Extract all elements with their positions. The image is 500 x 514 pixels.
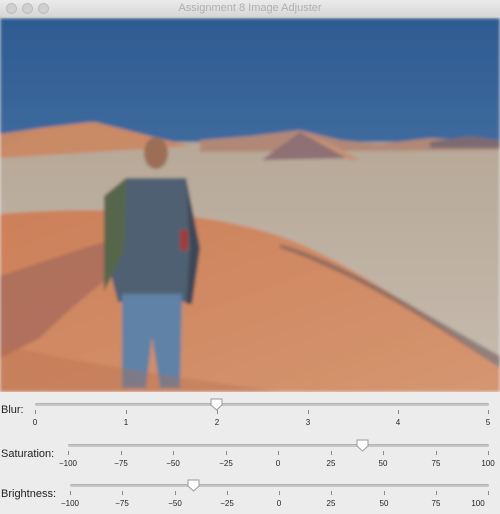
brightness-tick-label: −100: [60, 499, 80, 508]
blur-tick-label: 3: [305, 418, 311, 427]
saturation-tick-label: 50: [378, 459, 388, 468]
brightness-tick: [122, 491, 123, 495]
brightness-tick: [436, 491, 437, 495]
blur-tick: [217, 410, 218, 414]
saturation-slider-track[interactable]: [68, 444, 489, 447]
saturation-tick: [278, 451, 279, 455]
brightness-tick: [331, 491, 332, 495]
saturation-tick-label: 100: [481, 459, 495, 468]
brightness-tick-label: 75: [431, 499, 441, 508]
brightness-tick-label: 50: [379, 499, 389, 508]
brightness-slider-row: Brightness: −100 −75 −50 −25 0 25 50 75 …: [0, 474, 500, 514]
saturation-tick: [121, 451, 122, 455]
adjusted-image: [0, 18, 500, 392]
blur-slider-row: Blur: 0 1 2 3 4 5: [0, 393, 500, 433]
saturation-tick: [383, 451, 384, 455]
saturation-tick: [226, 451, 227, 455]
brightness-tick: [227, 491, 228, 495]
blur-tick: [398, 410, 399, 414]
saturation-tick: [331, 451, 332, 455]
blur-tick-label: 0: [32, 418, 38, 427]
saturation-tick-label: −25: [219, 459, 233, 468]
brightness-tick: [70, 491, 71, 495]
title-bar: Assignment 8 Image Adjuster: [0, 0, 500, 18]
brightness-tick: [175, 491, 176, 495]
blur-slider-track[interactable]: [35, 403, 489, 406]
blur-tick-label: 4: [395, 418, 401, 427]
saturation-label: Saturation:: [1, 448, 55, 460]
saturation-tick: [488, 451, 489, 455]
blur-tick-label: 5: [485, 418, 491, 427]
brightness-tick-label: 0: [276, 499, 282, 508]
blur-tick-label: 2: [214, 418, 220, 427]
blur-tick: [308, 410, 309, 414]
brightness-slider-track[interactable]: [70, 484, 489, 487]
saturation-tick-label: 25: [326, 459, 336, 468]
saturation-slider-row: Saturation: −100 −75 −50 −25 0 25 50 75 …: [0, 438, 500, 478]
brightness-tick-label: −50: [168, 499, 182, 508]
blur-tick: [488, 410, 489, 414]
saturation-tick-label: −100: [58, 459, 78, 468]
blur-tick: [126, 410, 127, 414]
brightness-tick-label: 100: [471, 499, 485, 508]
brightness-tick: [384, 491, 385, 495]
saturation-tick: [68, 451, 69, 455]
brightness-tick-label: 25: [326, 499, 336, 508]
saturation-tick-label: −75: [114, 459, 128, 468]
saturation-tick-label: −50: [166, 459, 180, 468]
saturation-tick-label: 75: [431, 459, 441, 468]
brightness-label: Brightness:: [1, 488, 57, 500]
saturation-slider-thumb[interactable]: [356, 439, 369, 452]
saturation-tick: [436, 451, 437, 455]
blur-tick-label: 1: [123, 418, 129, 427]
saturation-tick-label: 0: [275, 459, 281, 468]
brightness-tick: [279, 491, 280, 495]
brightness-tick: [488, 491, 489, 495]
brightness-slider-thumb[interactable]: [187, 479, 200, 492]
saturation-tick: [173, 451, 174, 455]
brightness-tick-label: −75: [115, 499, 129, 508]
blur-label: Blur:: [1, 404, 24, 416]
blur-tick: [35, 410, 36, 414]
brightness-tick-label: −25: [220, 499, 234, 508]
window-title: Assignment 8 Image Adjuster: [178, 2, 322, 14]
